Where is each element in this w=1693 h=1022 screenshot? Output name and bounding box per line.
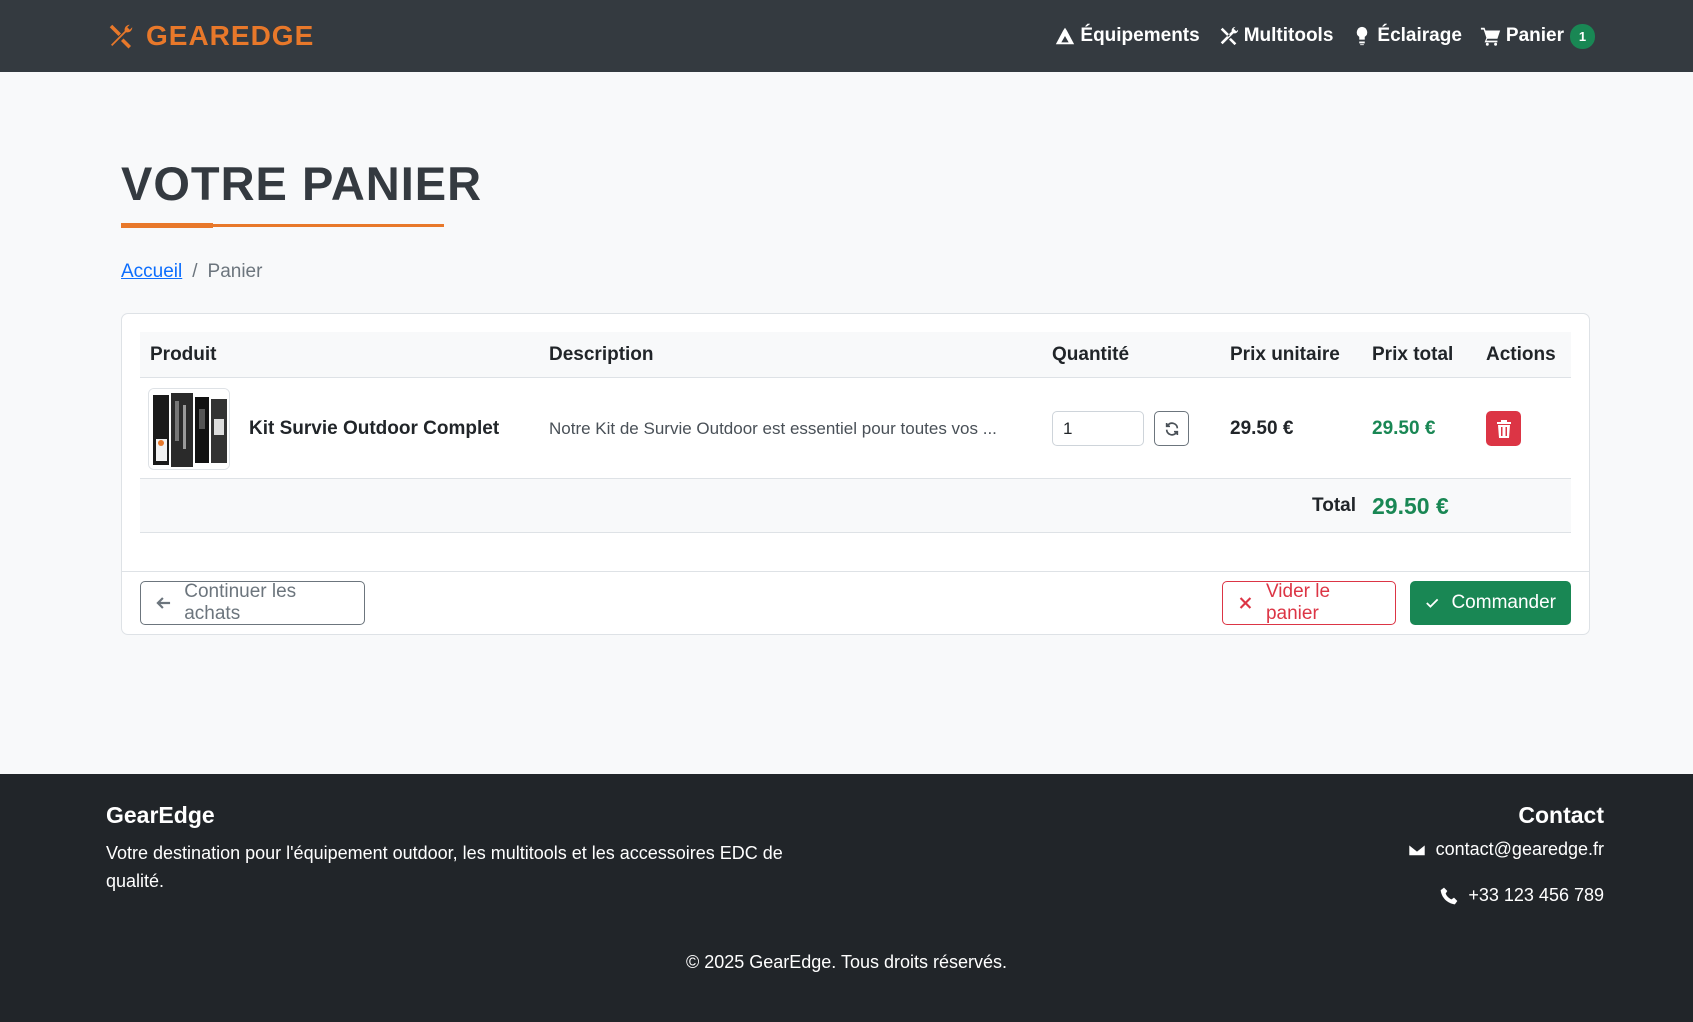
cart-total-value: 29.50 € [1372, 493, 1449, 519]
product-name[interactable]: Kit Survie Outdoor Complet [249, 378, 499, 479]
arrow-left-icon [156, 597, 171, 609]
product-description: Notre Kit de Survie Outdoor est essentie… [549, 419, 997, 438]
checkout-label: Commander [1451, 592, 1556, 613]
nav-link-multitools[interactable]: Multitools [1218, 25, 1334, 47]
breadcrumb-separator: / [192, 261, 198, 282]
footer-contact-title: Contact [1518, 802, 1604, 828]
check-icon [1426, 598, 1439, 608]
close-icon [1239, 597, 1252, 609]
nav-link-equipements[interactable]: Équipements [1054, 25, 1200, 47]
phone-icon [1441, 887, 1458, 904]
nav-link-label: Éclairage [1377, 25, 1462, 46]
site-footer: GearEdge Votre destination pour l'équipe… [0, 774, 1693, 1022]
nav-menu: Équipements Multitools Éclairage Panier … [1054, 0, 1595, 72]
card-footer: Continuer les achats Vider le panier Com… [122, 571, 1589, 635]
update-quantity-button[interactable] [1154, 411, 1189, 446]
continue-shopping-button[interactable]: Continuer les achats [140, 581, 365, 625]
footer-phone-text: +33 123 456 789 [1468, 885, 1604, 905]
header-total-price: Prix total [1372, 344, 1454, 365]
nav-link-panier[interactable]: Panier 1 [1480, 23, 1595, 49]
clear-cart-button[interactable]: Vider le panier [1222, 581, 1396, 625]
footer-description: Votre destination pour l'équipement outd… [106, 843, 783, 891]
table-header: Produit Description Quantité Prix unitai… [140, 332, 1571, 378]
footer-phone[interactable]: +33 123 456 789 [1439, 885, 1604, 906]
brand-name: GEAREDGE [146, 20, 315, 51]
footer-copyright: © 2025 GearEdge. Tous droits réservés. [685, 952, 1008, 972]
checkout-button[interactable]: Commander [1410, 581, 1571, 625]
header-description: Description [549, 344, 654, 365]
remove-item-button[interactable] [1486, 411, 1521, 446]
cart-count-badge: 1 [1570, 23, 1595, 49]
continue-shopping-label: Continuer les achats [184, 581, 297, 624]
header-quantity: Quantité [1052, 344, 1130, 365]
unit-price: 29.50 € [1230, 418, 1294, 439]
breadcrumb-current: Panier [207, 261, 263, 282]
footer-email-text: contact@gearedge.fr [1435, 839, 1604, 859]
nav-link-label: Panier [1505, 25, 1564, 46]
footer-email[interactable]: contact@gearedge.fr [1407, 839, 1604, 860]
nav-link-label: Équipements [1080, 25, 1200, 46]
header-actions: Actions [1486, 344, 1556, 365]
tools-logo-icon [109, 24, 133, 49]
breadcrumb-home-link[interactable]: Accueil [121, 261, 182, 283]
envelope-icon [1407, 843, 1426, 856]
nav-link-eclairage[interactable]: Éclairage [1351, 25, 1462, 47]
table-row: Kit Survie Outdoor Complet Notre Kit de … [140, 378, 1571, 479]
clear-cart-label: Vider le panier [1265, 581, 1331, 624]
trash-icon [1496, 419, 1511, 438]
tent-icon [1056, 27, 1075, 45]
footer-brand: GearEdge [106, 802, 215, 828]
refresh-icon [1165, 421, 1178, 436]
breadcrumb: Accueil / Panier [121, 261, 262, 283]
navbar: GEAREDGE Équipements Multitools Éclairag… [0, 0, 1693, 72]
title-underline-accent [121, 223, 213, 228]
table-footer: Total 29.50 € [140, 479, 1571, 533]
product-image-graphic [149, 389, 229, 469]
line-total-price: 29.50 € [1372, 418, 1436, 439]
cart-table: Produit Description Quantité Prix unitai… [140, 332, 1571, 533]
cart-icon [1480, 27, 1501, 46]
cart-card: Produit Description Quantité Prix unitai… [121, 313, 1590, 635]
tools-icon [1220, 26, 1238, 46]
product-image[interactable] [148, 388, 230, 470]
header-unit-price: Prix unitaire [1230, 344, 1340, 365]
page-title: VOTRE PANIER [121, 157, 483, 210]
brand-logo[interactable]: GEAREDGE [106, 0, 314, 72]
nav-link-label: Multitools [1243, 25, 1334, 46]
header-product: Produit [150, 344, 217, 365]
cart-total-label: Total [1312, 495, 1356, 516]
quantity-input[interactable] [1052, 411, 1144, 446]
lightbulb-icon [1357, 26, 1368, 46]
